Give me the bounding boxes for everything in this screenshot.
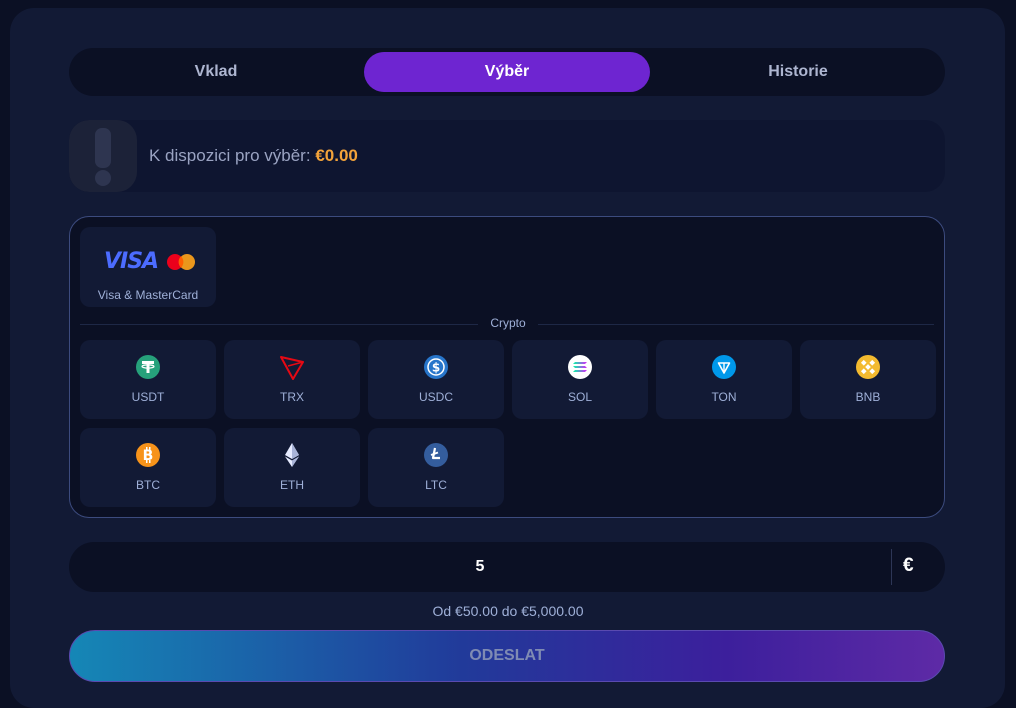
method-label: USDC	[418, 390, 453, 404]
method-bnb[interactable]: BNB	[800, 340, 936, 419]
method-label: BNB	[855, 390, 881, 404]
method-label: LTC	[425, 478, 447, 492]
ton-icon	[712, 355, 736, 379]
amount-field: €	[69, 542, 945, 592]
submit-button[interactable]: ODESLAT	[69, 630, 945, 682]
amount-input[interactable]	[69, 542, 891, 592]
method-label: USDT	[131, 390, 165, 404]
available-label: K dispozici pro výběr:	[149, 146, 311, 165]
crypto-section-title: Crypto	[478, 316, 538, 330]
available-balance-box: K dispozici pro výběr: €0.00	[69, 120, 945, 192]
method-label: ETH	[280, 478, 304, 492]
method-sol[interactable]: SOL	[512, 340, 648, 419]
svg-text:B: B	[143, 448, 154, 464]
bitcoin-icon: B	[136, 443, 160, 467]
method-label: SOL	[567, 390, 592, 404]
tab-history[interactable]: Historie	[655, 52, 941, 92]
mastercard-icon	[167, 254, 195, 270]
amount-range-hint: Od €50.00 do €5,000.00	[432, 603, 584, 619]
currency-symbol: €	[903, 555, 914, 576]
method-visa-mastercard[interactable]: VISA Visa & MasterCard	[80, 227, 216, 307]
usdc-icon: $	[424, 355, 448, 379]
visa-logo: VISA	[104, 249, 159, 274]
method-trx[interactable]: TRX	[224, 340, 360, 419]
method-btc[interactable]: B BTC	[80, 428, 216, 507]
available-amount: €0.00	[315, 146, 358, 165]
method-label: BTC	[136, 478, 160, 492]
litecoin-icon	[424, 443, 448, 467]
method-label: TON	[711, 390, 737, 404]
bnb-icon	[856, 355, 880, 379]
available-balance-text: K dispozici pro výběr: €0.00	[149, 146, 358, 166]
method-eth[interactable]: ETH	[224, 428, 360, 507]
solana-icon	[568, 355, 592, 379]
svg-text:$: $	[432, 361, 440, 375]
tron-icon	[280, 356, 304, 380]
tab-bar: Vklad Výběr Historie	[69, 48, 945, 96]
divider	[891, 549, 892, 585]
payment-methods: VISA Visa & MasterCard Crypto USDT TRX $	[69, 216, 945, 518]
method-label: TRX	[280, 390, 304, 404]
tab-deposit[interactable]: Vklad	[73, 52, 359, 92]
ethereum-icon	[285, 443, 299, 467]
method-ton[interactable]: TON	[656, 340, 792, 419]
tab-withdraw[interactable]: Výběr	[364, 52, 650, 92]
method-ltc[interactable]: LTC	[368, 428, 504, 507]
exclamation-icon	[69, 120, 137, 192]
method-usdc[interactable]: $ USDC	[368, 340, 504, 419]
method-label: Visa & MasterCard	[97, 288, 199, 302]
tether-icon	[136, 355, 160, 379]
method-usdt[interactable]: USDT	[80, 340, 216, 419]
